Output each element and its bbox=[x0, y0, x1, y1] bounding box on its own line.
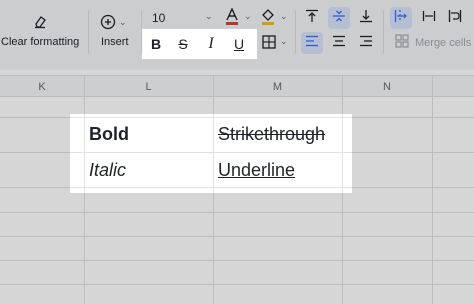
bold-button[interactable]: B bbox=[145, 33, 167, 55]
align-bottom-icon bbox=[359, 9, 373, 28]
toolbar: Clear formatting ⌄ Insert 10 ⌄ ⌄ ⌄ B S I… bbox=[0, 0, 474, 70]
toolbar-divider bbox=[88, 10, 89, 54]
column-header[interactable]: M bbox=[213, 76, 342, 98]
insert-button[interactable]: ⌄ Insert bbox=[96, 0, 136, 56]
grid-line bbox=[342, 75, 343, 304]
align-middle-button[interactable] bbox=[329, 8, 349, 28]
chevron-down-icon: ⌄ bbox=[280, 11, 288, 21]
grid-line bbox=[0, 212, 474, 213]
align-top-icon bbox=[305, 9, 319, 28]
align-left-button[interactable] bbox=[302, 33, 322, 53]
column-header[interactable]: K bbox=[0, 76, 84, 98]
paint-bucket-icon bbox=[260, 8, 276, 31]
toolbar-divider bbox=[383, 10, 384, 54]
clear-formatting-label: Clear formatting bbox=[1, 36, 80, 48]
plus-circle-icon bbox=[100, 14, 116, 35]
cell-strikethrough-text[interactable]: Strikethrough bbox=[218, 124, 325, 145]
spreadsheet-grid[interactable]: K L M N Bold Strikethrough Italic Underl… bbox=[0, 70, 474, 304]
merge-cells-icon bbox=[395, 33, 409, 53]
text-clip-button[interactable] bbox=[419, 8, 439, 28]
insert-label: Insert bbox=[101, 36, 129, 48]
chevron-down-icon: ⌄ bbox=[205, 11, 213, 21]
grid-line bbox=[0, 236, 474, 237]
underline-button[interactable]: U bbox=[228, 33, 250, 55]
grid-line bbox=[0, 260, 474, 261]
cell-italic-text[interactable]: Italic bbox=[89, 160, 126, 181]
align-center-icon bbox=[332, 34, 346, 52]
grid-line bbox=[84, 75, 85, 304]
chevron-down-icon: ⌄ bbox=[280, 36, 288, 46]
grid-line bbox=[213, 75, 214, 304]
text-style-group: B S I U bbox=[142, 29, 257, 59]
column-header[interactable]: N bbox=[342, 76, 432, 98]
strikethrough-button[interactable]: S bbox=[172, 33, 194, 55]
merge-cells-button[interactable]: Merge cells bbox=[392, 33, 474, 53]
align-middle-icon bbox=[332, 9, 346, 28]
align-left-icon bbox=[305, 34, 319, 52]
merge-cells-label: Merge cells bbox=[415, 37, 472, 49]
borders-button[interactable]: ⌄ bbox=[258, 33, 290, 53]
borders-icon bbox=[262, 35, 276, 54]
wrap-icon bbox=[448, 9, 462, 28]
align-top-button[interactable] bbox=[302, 8, 322, 28]
align-right-button[interactable] bbox=[356, 33, 376, 53]
column-header-row: K L M N bbox=[0, 75, 474, 97]
chevron-down-icon: ⌄ bbox=[244, 11, 252, 21]
text-color-icon bbox=[224, 7, 240, 31]
cell-underline-text[interactable]: Underline bbox=[218, 160, 295, 181]
fill-color-button[interactable]: ⌄ bbox=[256, 8, 288, 28]
clip-icon bbox=[422, 9, 436, 28]
text-overflow-button[interactable] bbox=[391, 8, 411, 28]
eraser-icon bbox=[33, 15, 47, 32]
column-header[interactable]: L bbox=[84, 76, 213, 98]
align-bottom-button[interactable] bbox=[356, 8, 376, 28]
align-center-button[interactable] bbox=[329, 33, 349, 53]
grid-line bbox=[0, 152, 474, 153]
grid-line bbox=[0, 117, 474, 118]
grid-line bbox=[0, 284, 474, 285]
italic-button[interactable]: I bbox=[200, 33, 222, 55]
cell-bold-text[interactable]: Bold bbox=[89, 124, 129, 145]
chevron-down-icon: ⌄ bbox=[119, 17, 127, 27]
grid-line bbox=[0, 187, 474, 188]
toolbar-divider bbox=[295, 10, 296, 54]
font-size-value: 10 bbox=[152, 11, 166, 25]
clear-formatting-button[interactable]: Clear formatting bbox=[0, 0, 86, 56]
align-right-icon bbox=[359, 34, 373, 52]
grid-line bbox=[432, 75, 433, 304]
text-wrap-button[interactable] bbox=[445, 8, 465, 28]
text-color-button[interactable]: ⌄ bbox=[220, 7, 252, 31]
font-size-select[interactable]: 10 ⌄ bbox=[148, 8, 214, 28]
overflow-icon bbox=[394, 9, 408, 28]
